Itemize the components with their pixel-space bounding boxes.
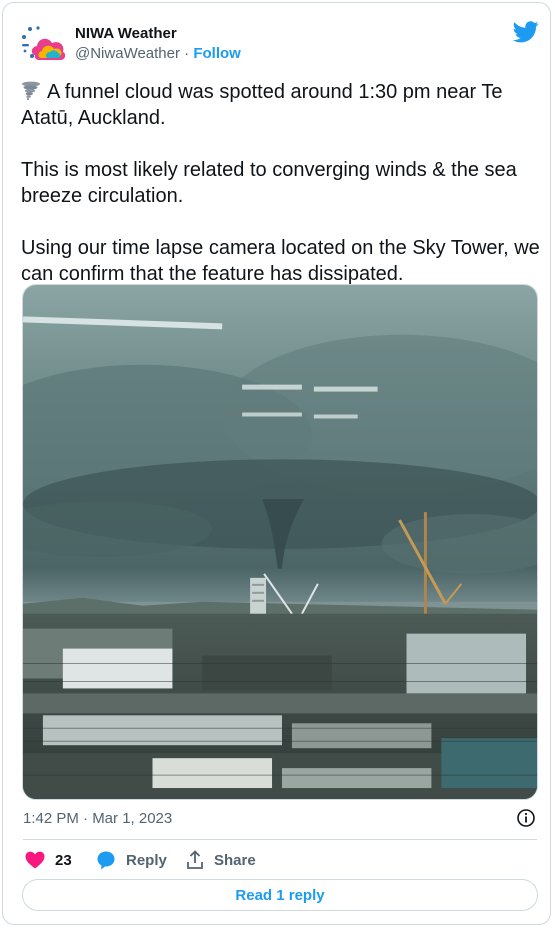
tweet-card: NIWA Weather @NiwaWeather · Follow A fun… — [2, 2, 551, 925]
divider — [23, 839, 537, 840]
niwa-logo-icon[interactable] — [21, 25, 69, 65]
tweet-paragraph-1: A funnel cloud was spotted around 1:30 p… — [21, 81, 503, 129]
read-replies-button[interactable]: Read 1 reply — [22, 879, 538, 911]
author-name[interactable]: NIWA Weather — [75, 25, 177, 42]
heart-icon — [25, 851, 45, 869]
handle-separator: · — [184, 45, 190, 62]
share-upload-icon — [187, 850, 203, 869]
share-label: Share — [214, 851, 256, 869]
tweet-photo[interactable] — [22, 284, 538, 800]
follow-link[interactable]: Follow — [193, 45, 241, 62]
speech-bubble-icon — [97, 851, 115, 870]
reply-label: Reply — [126, 851, 167, 869]
tweet-paragraph-3: Using our time lapse camera located on t… — [21, 237, 540, 285]
like-count: 23 — [55, 851, 72, 869]
reply-button[interactable]: Reply — [96, 849, 167, 871]
share-button[interactable]: Share — [186, 849, 256, 871]
author-handle[interactable]: @NiwaWeather — [75, 45, 180, 62]
info-icon[interactable] — [516, 808, 536, 828]
like-button[interactable]: 23 — [25, 849, 72, 871]
handle-row: @NiwaWeather · Follow — [75, 45, 241, 62]
tweet-paragraph-2: This is most likely related to convergin… — [21, 159, 517, 207]
tweet-text: A funnel cloud was spotted around 1:30 p… — [21, 79, 541, 287]
twitter-bird-icon[interactable] — [513, 21, 539, 43]
tweet-paragraph: A funnel cloud was spotted around 1:30 p… — [21, 79, 541, 131]
tornado-emoji-icon — [22, 81, 40, 100]
funnel-cloud-photo — [23, 285, 537, 799]
tweet-timestamp[interactable]: 1:42 PM · Mar 1, 2023 — [23, 810, 172, 827]
